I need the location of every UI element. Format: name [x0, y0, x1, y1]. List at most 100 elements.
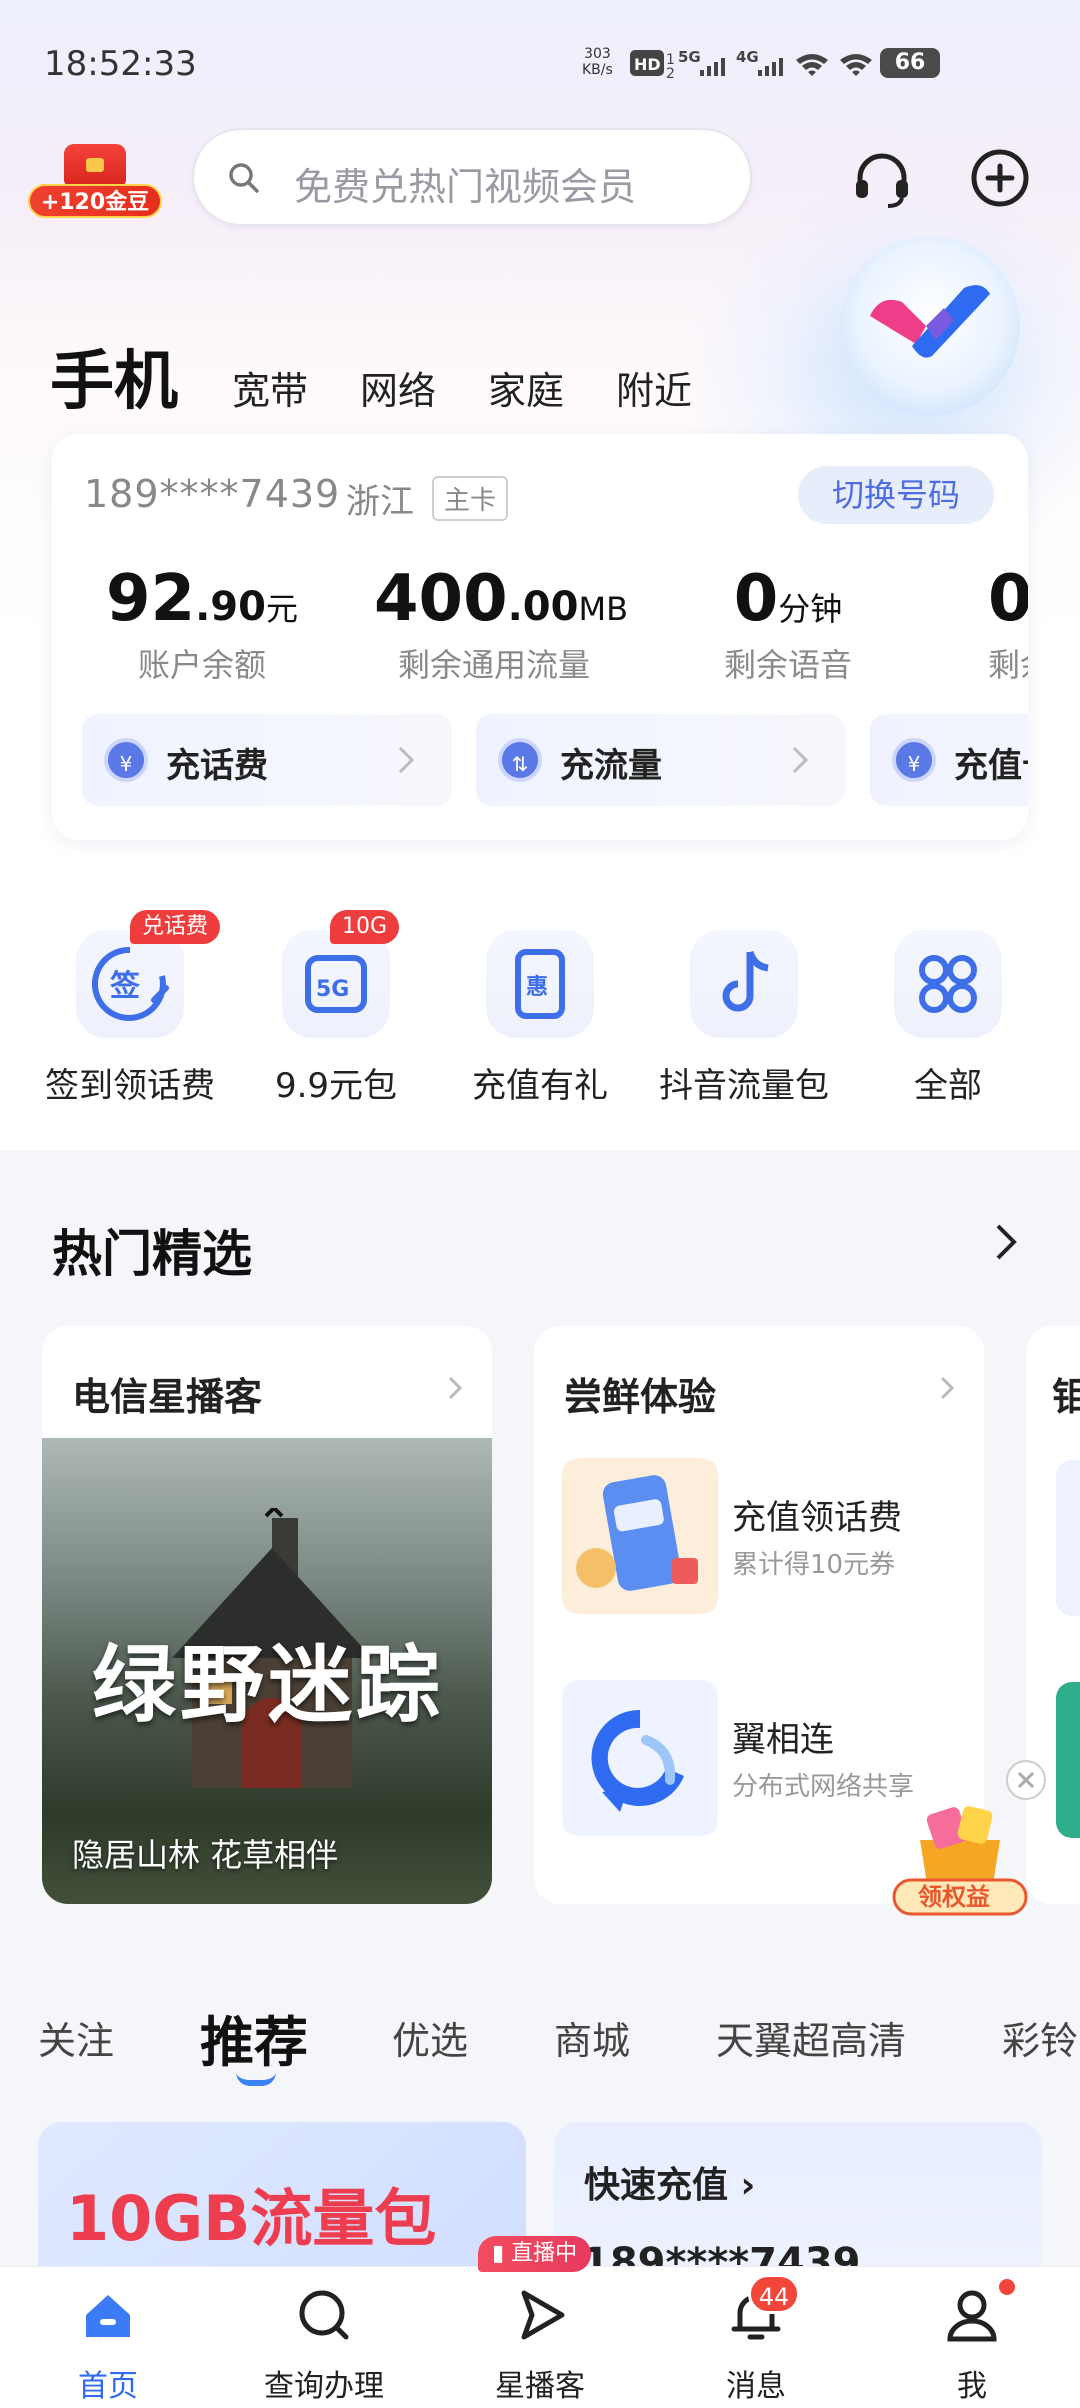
quick-action-gift[interactable]: 惠 充值有礼 — [440, 930, 640, 1107]
tab-nearby[interactable]: 附近 — [616, 360, 692, 415]
trial-item-recharge[interactable]: 充值领话费 累计得10元券 — [562, 1458, 982, 1614]
tab-family[interactable]: 家庭 — [488, 360, 564, 415]
tianyi-logo-icon — [870, 285, 990, 358]
close-icon[interactable] — [1006, 1760, 1046, 1800]
data-package-title: 10GB流量包 — [66, 2182, 437, 2255]
user-icon — [947, 2290, 997, 2342]
account-region: 浙江 — [346, 482, 414, 522]
svg-text:5G: 5G — [316, 977, 349, 1002]
nav-home[interactable]: 首页 — [18, 2267, 198, 2408]
svg-text:4G: 4G — [736, 48, 759, 66]
nav-me-label: 我 — [957, 2369, 987, 2404]
third-card-title: 钼 — [1052, 1375, 1080, 1419]
header: +120金豆 免费兑热门视频会员 — [0, 128, 1080, 228]
svg-text:惠: 惠 — [526, 975, 548, 1000]
5g-package-icon: 5G — [282, 930, 390, 1038]
quick-recharge-title: 快速充值 › — [584, 2165, 756, 2206]
svg-text:签: 签 — [110, 969, 140, 1004]
chevron-right-icon — [398, 746, 415, 774]
search-icon — [299, 2290, 349, 2340]
status-time: 18:52:33 — [44, 44, 197, 84]
all-label: 全部 — [914, 1066, 982, 1106]
recharge-card-button[interactable]: ¥ 充值卡 — [870, 714, 1028, 806]
promo-subtitle: 隐居山林 花草相伴 — [72, 1836, 339, 1874]
quick-action-checkin[interactable]: 签 兑话费 签到领话费 — [30, 910, 230, 1107]
recharge-data-button[interactable]: ⇅ 充流量 — [476, 714, 846, 806]
gold-beans-badge[interactable]: +120金豆 — [28, 144, 162, 220]
promo-image[interactable]: 绿野迷踪 隐居山林 花草相伴 — [42, 1438, 492, 1904]
search-placeholder: 免费兑热门视频会员 — [294, 165, 637, 209]
third-card[interactable]: 钼 — [1026, 1326, 1080, 1904]
yuan-coin-icon: ¥ — [104, 738, 148, 782]
net-speed: 303 KB/s — [582, 46, 613, 78]
notification-dot — [996, 2276, 1018, 2298]
mesh-network-icon — [562, 1680, 718, 1836]
bottom-navigation: 首页 查询办理 星播客 消息 我 — [0, 2266, 1080, 2408]
tab-ringtone[interactable]: 彩铃 — [1002, 2010, 1078, 2065]
chevron-right-icon[interactable] — [990, 1220, 1020, 1264]
headset-icon[interactable] — [850, 148, 914, 212]
assistant-orb[interactable] — [840, 236, 1020, 416]
douyin-label: 抖音流量包 — [659, 1066, 829, 1106]
nav-query[interactable]: 查询办理 — [234, 2267, 414, 2408]
podcast-card[interactable]: 电信星播客 绿野迷踪 隐居山林 花草相伴 — [42, 1326, 492, 1904]
trial-item-desc: 分布式网络共享 — [732, 1772, 915, 1802]
nav-home-label: 首页 — [78, 2369, 138, 2404]
quick-action-all[interactable]: 全部 — [848, 930, 1048, 1107]
tab-uhd[interactable]: 天翼超高清 — [716, 2010, 906, 2065]
recharge-phone-button[interactable]: ¥ 充话费 — [82, 714, 452, 806]
data-label: 剩余通用流量 — [397, 646, 590, 684]
data-frac: .00 — [507, 584, 579, 630]
quick-action-package[interactable]: 5G 10G 9.9元包 — [236, 910, 436, 1107]
switch-number-button[interactable]: 切换号码 — [798, 466, 994, 524]
gold-beans-label: +120金豆 — [28, 184, 162, 218]
battery-indicator: 66 — [880, 48, 940, 78]
yuan-coin-icon: ¥ — [892, 738, 936, 782]
quick-action-douyin[interactable]: 抖音流量包 — [644, 930, 844, 1107]
data-stat[interactable]: 400.00MB 剩余通用流量 — [374, 562, 628, 686]
live-badge-label: 直播中 — [511, 2241, 578, 2266]
svg-text:HD: HD — [634, 55, 661, 74]
trial-card-title: 尝鲜体验 — [564, 1375, 717, 1419]
message-count-badge: 44 — [748, 2274, 800, 2314]
voice-unit: 分钟 — [778, 590, 843, 628]
trial-item-desc: 累计得10元券 — [732, 1550, 896, 1580]
nav-me[interactable]: 我 — [882, 2267, 1062, 2408]
data-int: 400 — [374, 562, 508, 636]
podcast-card-title: 电信星播客 — [72, 1375, 263, 1419]
balance-unit: 元 — [265, 590, 298, 628]
add-circle-icon[interactable] — [968, 146, 1032, 210]
red-envelope-icon — [64, 144, 126, 186]
recharge-card-label: 充值卡 — [954, 746, 1028, 786]
balance-stat[interactable]: 92.90元 账户余额 — [92, 562, 312, 686]
package-badge: 10G — [330, 910, 400, 944]
active-tab-indicator — [236, 2072, 276, 2086]
svg-text:5G: 5G — [678, 48, 701, 66]
nav-podcast[interactable]: 星播客 — [450, 2267, 630, 2408]
home-icon — [86, 2295, 130, 2337]
tab-recommend[interactable]: 推荐 — [200, 1998, 308, 2077]
promo-title: 绿野迷踪 — [92, 1636, 445, 1734]
chevron-right-icon — [792, 746, 809, 774]
third-card-thumb — [1056, 1682, 1080, 1838]
chevron-right-icon — [448, 1376, 463, 1400]
nav-query-label: 查询办理 — [264, 2369, 384, 2404]
tab-featured[interactable]: 优选 — [392, 2010, 468, 2065]
tab-mall[interactable]: 商城 — [554, 2010, 630, 2065]
tab-follow[interactable]: 关注 — [38, 2010, 114, 2065]
tab-phone[interactable]: 手机 — [50, 330, 178, 422]
net-speed-value: 303 — [584, 46, 611, 62]
voice-stat[interactable]: 0分钟 剩余语音 — [688, 562, 888, 686]
third-card-thumb — [1056, 1460, 1080, 1616]
benefits-float-button[interactable]: 领权益 — [890, 1780, 1030, 1920]
checkin-icon: 签 — [76, 930, 184, 1038]
primary-card-tag: 主卡 — [432, 476, 509, 521]
tab-network[interactable]: 网络 — [360, 360, 436, 415]
search-input[interactable]: 免费兑热门视频会员 — [192, 128, 752, 226]
balance-label: 账户余额 — [137, 646, 266, 684]
tab-broadband[interactable]: 宽带 — [232, 360, 308, 415]
recharge-phone-label: 充话费 — [166, 746, 268, 786]
douyin-icon — [690, 930, 798, 1038]
search-icon — [229, 163, 259, 193]
trial-item-name: 翼相连 — [732, 1720, 834, 1760]
